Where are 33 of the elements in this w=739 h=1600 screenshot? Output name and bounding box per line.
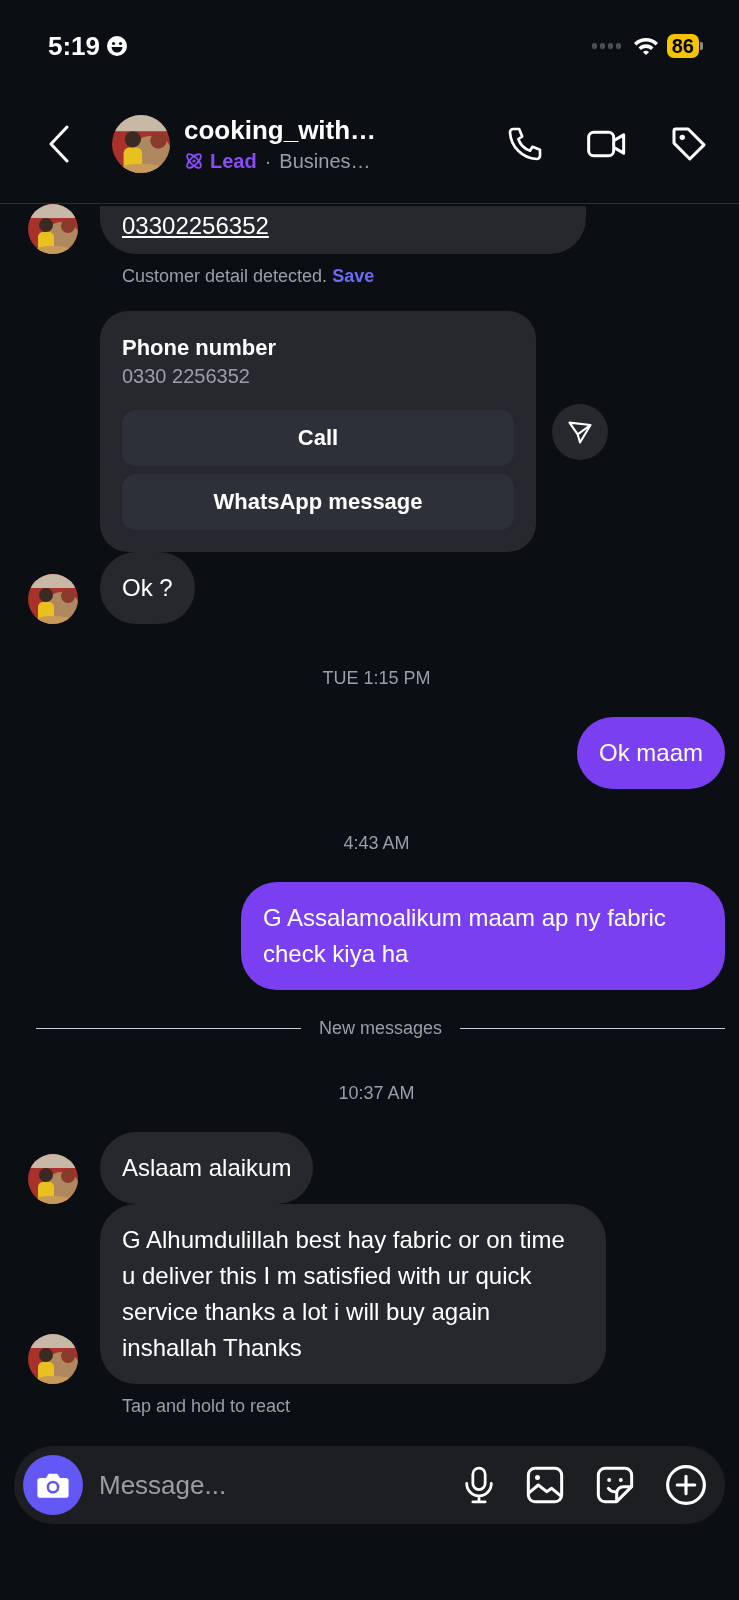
separator-dot: · bbox=[264, 149, 272, 173]
account-type: Busines… bbox=[279, 149, 371, 173]
timestamp: 4:43 AM bbox=[343, 833, 410, 854]
card-action-button[interactable]: WhatsApp message bbox=[122, 474, 514, 530]
phone-number: 0330 2256352 bbox=[122, 365, 251, 388]
contact-name[interactable]: cooking_with… bbox=[184, 114, 505, 146]
camera-button[interactable] bbox=[23, 1455, 83, 1515]
new-messages-label: New messages bbox=[319, 1018, 443, 1039]
add-button[interactable] bbox=[665, 1464, 707, 1506]
smiley-icon bbox=[106, 35, 129, 57]
timestamp: TUE 1:15 PM bbox=[322, 668, 431, 689]
message-bubble: G Assalamoalikum maam ap ny fabric check kiya ha bbox=[241, 882, 725, 990]
gallery-button[interactable] bbox=[525, 1465, 565, 1505]
timestamp: 10:37 AM bbox=[338, 1083, 415, 1104]
cell-signal-icon bbox=[591, 43, 621, 49]
message-bubble: Aslaam alaikum bbox=[100, 1132, 314, 1204]
back-button[interactable] bbox=[48, 124, 70, 163]
microphone-button[interactable] bbox=[463, 1465, 495, 1505]
card-title: Phone number bbox=[122, 335, 277, 361]
lead-label: Lead bbox=[210, 149, 257, 173]
hint-text: Customer detail detected. Save bbox=[122, 266, 376, 287]
card-action-button[interactable]: Call bbox=[122, 410, 514, 466]
atom-icon bbox=[184, 151, 204, 171]
hint-text: Tap and hold to react bbox=[122, 1396, 292, 1417]
sticker-button[interactable] bbox=[595, 1465, 635, 1505]
message-bubble: G Alhumdulillah best hay fabric or on time u deliver this I m satisfied with ur quick service thanks a lot i will buy again inshallah Thanks bbox=[100, 1204, 606, 1384]
wifi-icon bbox=[632, 36, 659, 56]
clock-time: 5:19 bbox=[48, 30, 101, 62]
message-bubble: Ok ? bbox=[100, 552, 195, 624]
back-icon bbox=[48, 124, 70, 163]
phone-link-message[interactable]: 03302256352 bbox=[100, 206, 586, 254]
message-bubble: Ok maam bbox=[577, 717, 725, 789]
save-link[interactable]: Save bbox=[332, 266, 375, 286]
